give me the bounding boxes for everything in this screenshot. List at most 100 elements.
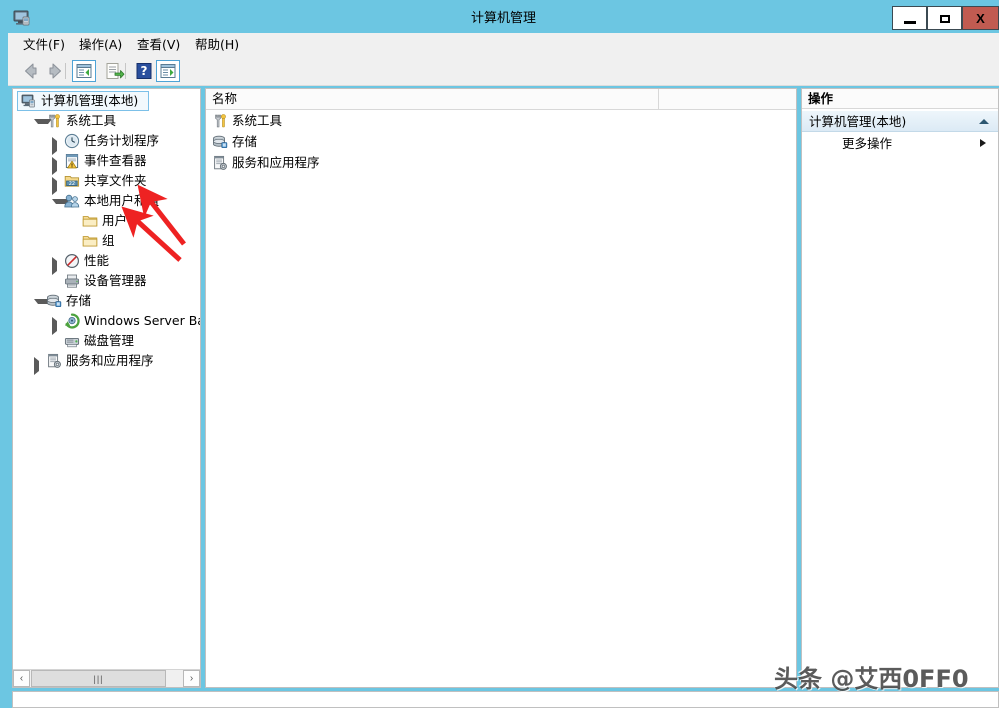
action-pane-icon xyxy=(160,64,176,78)
tree-item-label: 存储 xyxy=(66,293,92,308)
back-button[interactable] xyxy=(18,60,42,82)
menu-bar: 文件(F) 操作(A) 查看(V) 帮助(H) xyxy=(8,33,999,58)
tree-item-label: 设备管理器 xyxy=(84,273,147,288)
storage-icon xyxy=(213,135,228,149)
tree-item-windows-server-backup[interactable]: Windows Server Back xyxy=(13,311,200,335)
minimize-button[interactable] xyxy=(892,6,927,30)
window-title: 计算机管理 xyxy=(470,11,536,26)
performance-icon xyxy=(64,253,80,269)
svg-text:?: ? xyxy=(141,64,148,78)
system-tools-icon xyxy=(215,114,226,128)
local-users-groups-icon xyxy=(64,194,80,208)
title-bar: 计算机管理 X xyxy=(4,4,999,33)
clock-icon xyxy=(64,133,80,149)
export-list-icon xyxy=(106,63,125,79)
tree-item-label: 磁盘管理 xyxy=(84,333,135,348)
maximize-button[interactable] xyxy=(927,6,962,30)
column-header-name[interactable]: 名称 xyxy=(206,89,659,109)
scroll-thumb[interactable]: ||| xyxy=(31,670,166,687)
maximize-icon xyxy=(940,15,950,23)
list-item-label: 服务和应用程序 xyxy=(232,155,320,170)
tree-item-label: 本地用户和组 xyxy=(84,193,160,208)
list-column-header: 名称 xyxy=(206,89,796,110)
system-tools-icon xyxy=(49,114,60,128)
menu-help[interactable]: 帮助(H) xyxy=(188,33,246,57)
console-tree-panel: 计算机管理(本地) 系统工具 任务计划程序 事件查看器 22 共享文件夹 本地用… xyxy=(12,88,201,688)
show-action-pane-button[interactable] xyxy=(156,60,180,82)
show-hide-tree-button[interactable] xyxy=(72,60,96,82)
list-item[interactable]: 服务和应用程序 xyxy=(206,152,796,173)
actions-pane-panel: 操作 计算机管理(本地) 更多操作 xyxy=(801,88,999,688)
toolbar-separator-1 xyxy=(65,63,66,79)
tree-item-performance[interactable]: 性能 xyxy=(13,251,200,275)
computer-management-window: 计算机管理 X 文件(F) 操作(A) 查看(V) 帮助(H) ? 计算机管理(… xyxy=(0,0,999,708)
toolbar: ? xyxy=(8,57,999,86)
actions-group-label: 计算机管理(本地) xyxy=(809,114,907,129)
list-item-label: 存储 xyxy=(232,134,258,149)
tree-item-label: 用户 xyxy=(102,213,128,228)
services-apps-icon xyxy=(214,155,227,170)
menu-action[interactable]: 操作(A) xyxy=(72,33,129,57)
toolbar-separator-2 xyxy=(125,63,126,79)
tree-item-label: 计算机管理(本地) xyxy=(41,93,139,108)
action-label: 更多操作 xyxy=(842,136,893,151)
list-item[interactable]: 存储 xyxy=(206,131,796,152)
backup-icon xyxy=(65,313,80,329)
tree-item-label: 服务和应用程序 xyxy=(66,353,154,368)
tree-item-label: 事件查看器 xyxy=(84,153,147,168)
export-list-button[interactable] xyxy=(102,60,126,82)
menu-file[interactable]: 文件(F) xyxy=(16,33,72,57)
tree-item-label: Windows Server Back xyxy=(84,313,200,328)
chevron-up-icon[interactable] xyxy=(979,119,989,124)
tree-item-services-and-applications[interactable]: 服务和应用程序 xyxy=(13,351,200,375)
tree-item-local-users-and-groups[interactable]: 本地用户和组 xyxy=(13,191,200,211)
chevron-right-icon xyxy=(980,139,986,147)
question-mark-icon: ? xyxy=(136,63,152,79)
minimize-icon xyxy=(904,21,916,24)
watermark-text: 头条 @艾西0FF0 xyxy=(774,665,969,693)
tree-item-users[interactable]: 用户 xyxy=(13,211,200,231)
close-button[interactable]: X xyxy=(962,6,999,30)
disk-management-icon xyxy=(64,337,80,348)
close-icon: X xyxy=(976,10,985,26)
event-viewer-icon xyxy=(65,154,79,169)
menu-view[interactable]: 查看(V) xyxy=(130,33,187,57)
scroll-right-button[interactable]: › xyxy=(183,670,200,687)
list-item[interactable]: 系统工具 xyxy=(206,110,796,131)
tree-item-label: 性能 xyxy=(84,253,110,268)
shared-folders-icon: 22 xyxy=(64,175,80,187)
column-header-blank[interactable] xyxy=(659,89,796,109)
tree-item-shared-folders[interactable]: 22 共享文件夹 xyxy=(13,171,200,195)
tree-item-task-scheduler[interactable]: 任务计划程序 xyxy=(13,131,200,155)
tree-pane-icon xyxy=(76,64,92,78)
tree-item-label: 共享文件夹 xyxy=(84,173,147,188)
folder-icon xyxy=(82,216,98,227)
forward-button[interactable] xyxy=(43,60,67,82)
tree-horizontal-scrollbar[interactable]: ‹ ||| › xyxy=(13,669,200,687)
action-more-actions[interactable]: 更多操作 xyxy=(802,133,998,154)
folder-icon xyxy=(82,236,98,247)
arrow-right-icon xyxy=(49,63,61,79)
tree-item-disk-management[interactable]: 磁盘管理 xyxy=(13,331,200,351)
list-body: 系统工具 存储 服务和应用程序 xyxy=(206,110,796,173)
tree-item-label: 系统工具 xyxy=(66,113,117,128)
tree-item-system-tools[interactable]: 系统工具 xyxy=(13,111,200,131)
tree-item-computer-management[interactable]: 计算机管理(本地) xyxy=(13,91,200,111)
device-manager-icon xyxy=(64,274,79,288)
arrow-left-icon xyxy=(25,63,37,79)
list-item-label: 系统工具 xyxy=(232,113,283,128)
result-pane-panel: 名称 系统工具 存储 服务和应用程序 xyxy=(205,88,797,688)
help-button[interactable]: ? xyxy=(132,60,156,82)
tree-item-storage[interactable]: 存储 xyxy=(13,291,200,311)
svg-text:22: 22 xyxy=(69,181,75,187)
tree-item-device-manager[interactable]: 设备管理器 xyxy=(13,271,200,291)
tree-item-groups[interactable]: 组 xyxy=(13,231,200,251)
actions-group-header[interactable]: 计算机管理(本地) xyxy=(802,110,998,132)
actions-pane-title: 操作 xyxy=(802,89,998,109)
storage-icon xyxy=(47,294,62,308)
scroll-left-button[interactable]: ‹ xyxy=(13,670,30,687)
tree-item-label: 任务计划程序 xyxy=(84,133,160,148)
tree-item-event-viewer[interactable]: 事件查看器 xyxy=(13,151,200,175)
services-apps-icon xyxy=(48,353,61,368)
console-tree[interactable]: 计算机管理(本地) 系统工具 任务计划程序 事件查看器 22 共享文件夹 本地用… xyxy=(13,89,200,671)
